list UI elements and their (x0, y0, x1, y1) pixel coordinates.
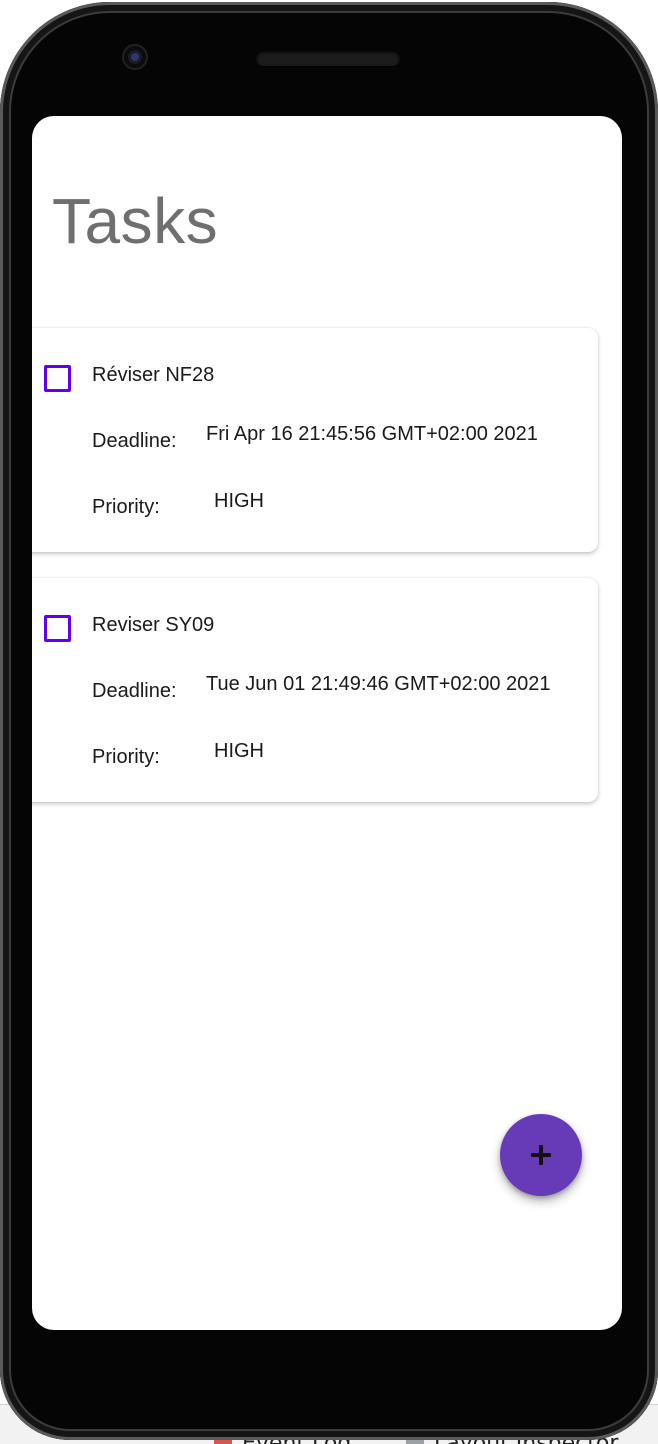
priority-label: Priority: (92, 746, 160, 768)
task-card[interactable]: Réviser NF28 Deadline: Fri Apr 16 21:45:… (32, 328, 598, 552)
page-title: Tasks (52, 185, 219, 257)
plus-icon (531, 1145, 551, 1165)
deadline-value: Tue Jun 01 21:49:46 GMT+02:00 2021 (206, 673, 551, 695)
priority-label: Priority: (92, 496, 160, 518)
add-task-button[interactable] (500, 1114, 582, 1196)
task-checkbox[interactable] (44, 615, 71, 642)
priority-value: HIGH (214, 490, 264, 512)
front-camera-icon (124, 46, 146, 68)
task-name: Réviser NF28 (92, 364, 215, 386)
task-checkbox[interactable] (44, 365, 71, 392)
task-list: Réviser NF28 Deadline: Fri Apr 16 21:45:… (32, 328, 622, 828)
phone-frame: Tasks Réviser NF28 Deadline: Fri Apr 16 … (0, 2, 658, 1440)
task-card[interactable]: Reviser SY09 Deadline: Tue Jun 01 21:49:… (32, 578, 598, 802)
app-screen: Tasks Réviser NF28 Deadline: Fri Apr 16 … (32, 116, 622, 1330)
deadline-value: Fri Apr 16 21:45:56 GMT+02:00 2021 (206, 423, 538, 445)
emulator-stage: Event Log Layout Inspector Tasks Réviser… (0, 0, 658, 1444)
deadline-label: Deadline: (92, 680, 177, 702)
task-name: Reviser SY09 (92, 614, 215, 636)
deadline-label: Deadline: (92, 430, 177, 452)
earpiece-speaker (256, 50, 400, 66)
priority-value: HIGH (214, 740, 264, 762)
